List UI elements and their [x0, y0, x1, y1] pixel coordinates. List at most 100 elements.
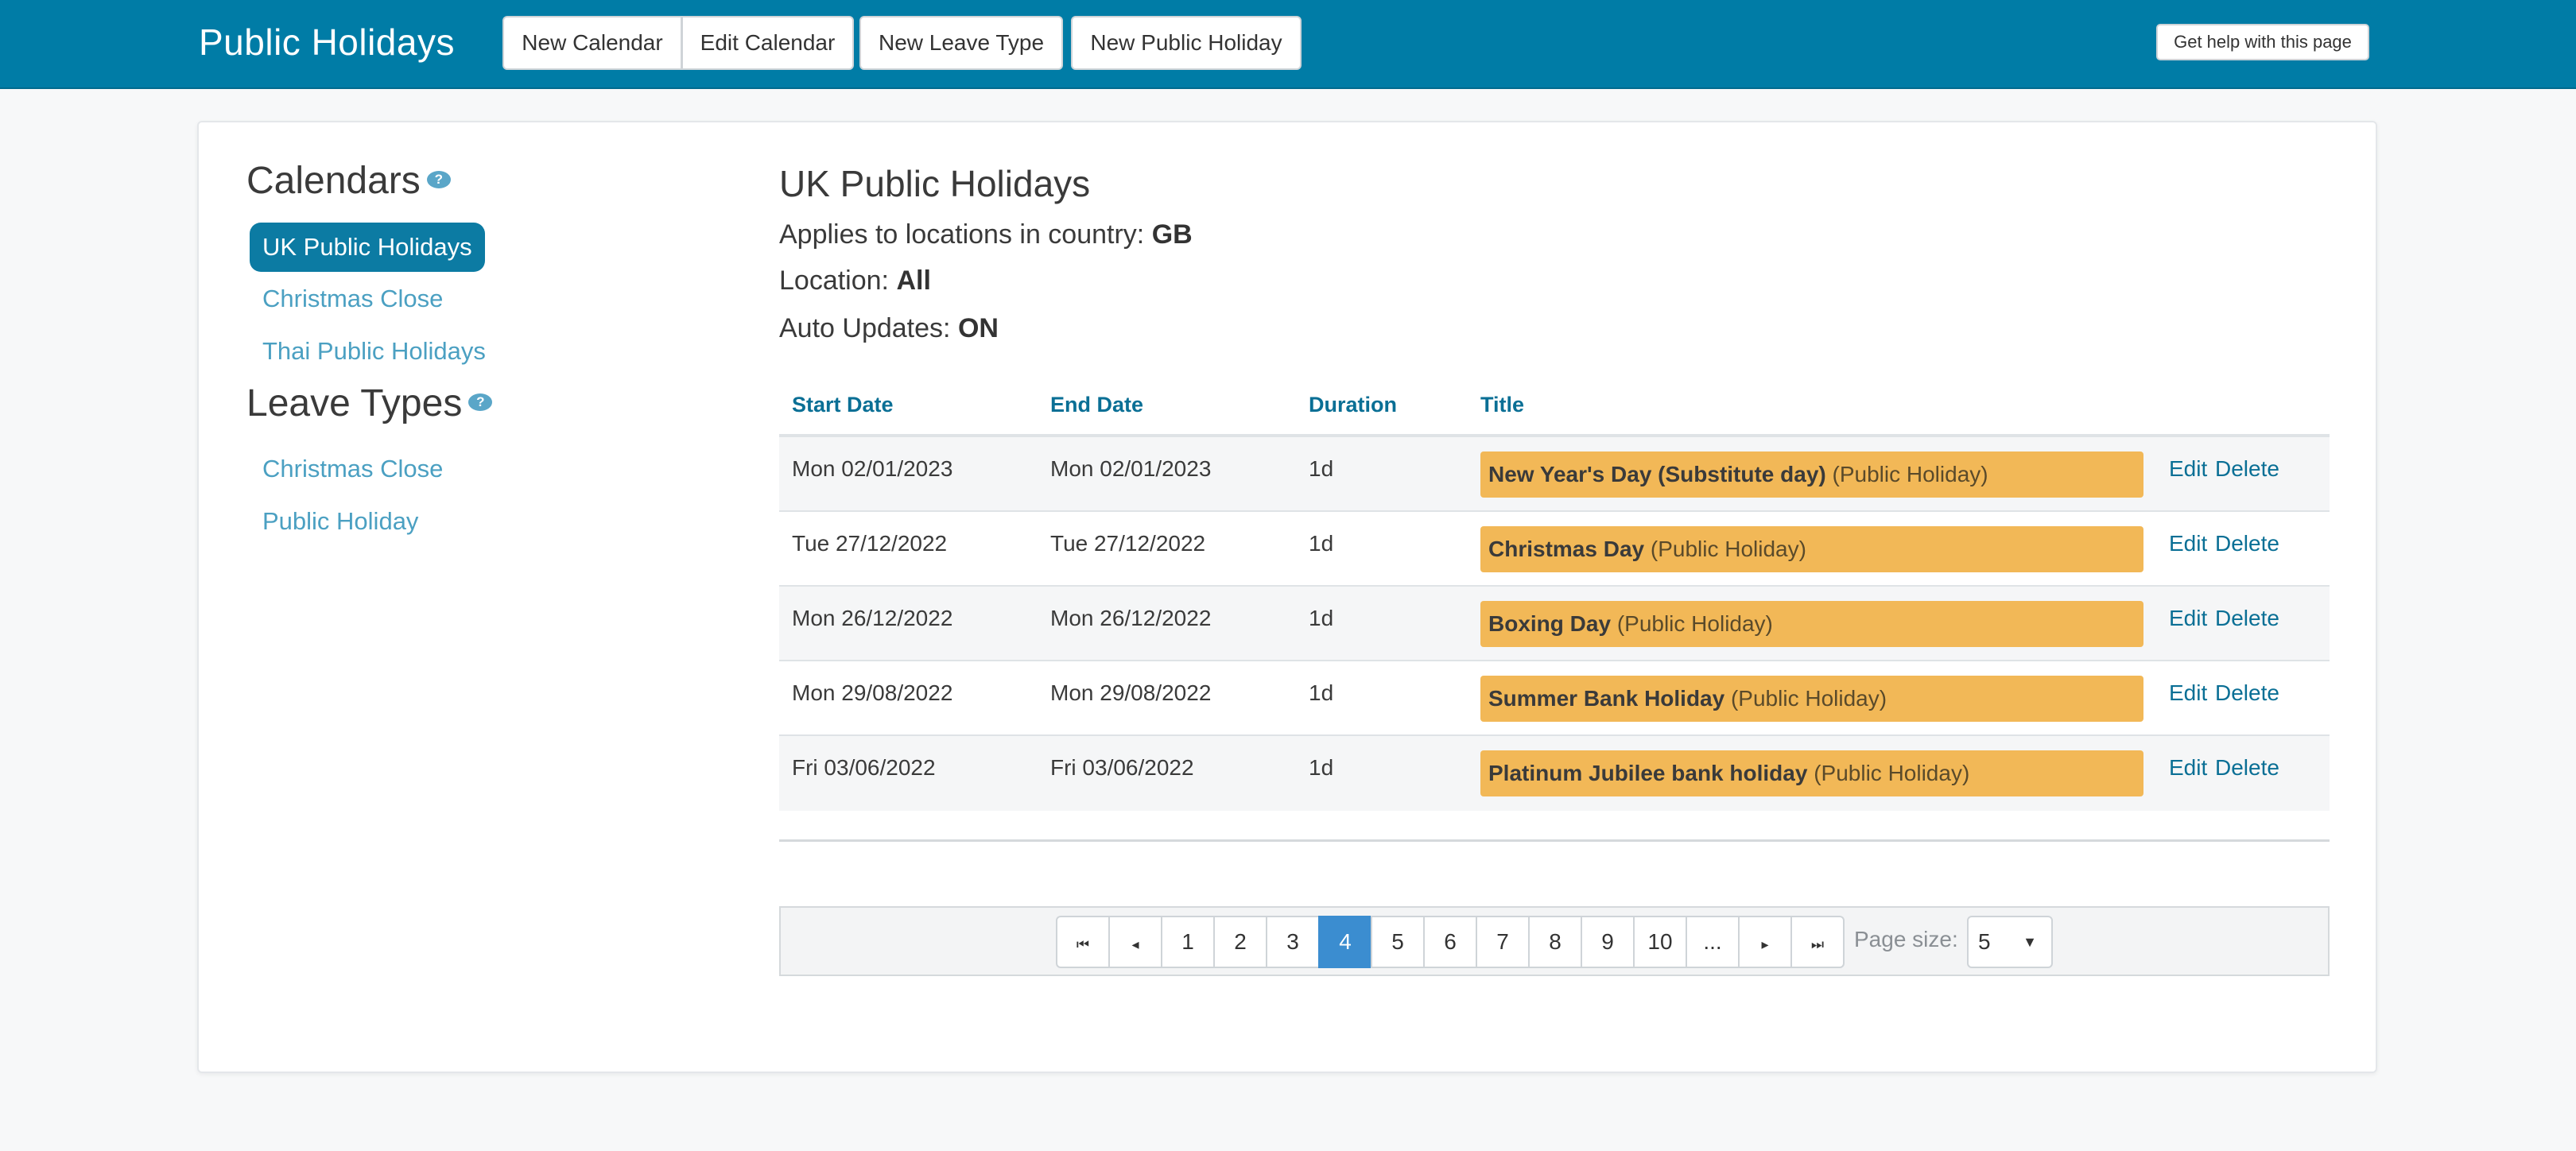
chevron-down-icon: ▼	[2023, 934, 2037, 950]
page-size-value: 5	[1978, 929, 1991, 954]
delete-button[interactable]: Delete	[2215, 680, 2279, 706]
page-button-7[interactable]: 7	[1476, 916, 1530, 968]
column-header-start-date[interactable]: Start Date	[792, 393, 894, 417]
page-button-8[interactable]: 8	[1528, 916, 1582, 968]
page-size-label: Page size:	[1854, 927, 1958, 951]
leave-types-heading-label: Leave Types	[246, 382, 463, 424]
holiday-title-tag: New Year's Day (Substitute day) (Public …	[1480, 451, 2143, 498]
table-row: Tue 27/12/2022 Tue 27/12/2022 1d Christm…	[779, 512, 2330, 587]
holiday-name: New Year's Day (Substitute day)	[1488, 462, 1826, 486]
holiday-type: (Public Holiday)	[1814, 761, 1970, 785]
holiday-type: (Public Holiday)	[1832, 462, 1988, 486]
last-page-icon: ⏭	[1810, 936, 1825, 952]
holiday-type: (Public Holiday)	[1650, 537, 1806, 561]
previous-page-button[interactable]: ◂	[1108, 916, 1162, 968]
new-leave-type-button[interactable]: New Leave Type	[859, 16, 1063, 70]
duration-cell: 1d	[1309, 531, 1334, 556]
new-public-holiday-button[interactable]: New Public Holiday	[1071, 16, 1302, 70]
end-date-cell: Mon 29/08/2022	[1050, 680, 1212, 705]
edit-button[interactable]: Edit	[2169, 755, 2207, 781]
location-label: Location:	[779, 265, 889, 296]
last-page-button[interactable]: ⏭	[1790, 916, 1845, 968]
holiday-name: Boxing Day	[1488, 611, 1612, 636]
location-value: All	[896, 265, 931, 296]
top-navbar: Public Holidays New Calendar Edit Calend…	[0, 0, 2576, 89]
column-header-end-date[interactable]: End Date	[1050, 393, 1143, 417]
column-header-duration[interactable]: Duration	[1309, 393, 1397, 417]
page-button-10[interactable]: 10	[1633, 916, 1687, 968]
country-value: GB	[1151, 219, 1193, 250]
delete-button[interactable]: Delete	[2215, 606, 2279, 631]
holiday-title-tag: Boxing Day (Public Holiday)	[1480, 601, 2143, 647]
holiday-name: Summer Bank Holiday	[1488, 686, 1725, 711]
page-button-1[interactable]: 1	[1161, 916, 1215, 968]
calendars-heading-label: Calendars	[246, 160, 421, 202]
page-size-select[interactable]: 5 ▼	[1967, 916, 2053, 968]
table-row: Mon 26/12/2022 Mon 26/12/2022 1d Boxing …	[779, 587, 2330, 661]
start-date-cell: Mon 26/12/2022	[792, 606, 953, 630]
holiday-title-tag: Platinum Jubilee bank holiday (Public Ho…	[1480, 750, 2143, 796]
calendar-title: UK Public Holidays	[779, 163, 1091, 204]
get-help-button[interactable]: Get help with this page	[2156, 24, 2369, 60]
duration-cell: 1d	[1309, 755, 1334, 780]
table-row: Fri 03/06/2022 Fri 03/06/2022 1d Platinu…	[779, 736, 2330, 811]
app-title: Public Holidays	[199, 21, 455, 63]
new-calendar-button[interactable]: New Calendar	[502, 16, 682, 70]
delete-button[interactable]: Delete	[2215, 531, 2279, 556]
first-page-icon: ⏮	[1076, 936, 1090, 952]
duration-cell: 1d	[1309, 456, 1334, 481]
holiday-type: (Public Holiday)	[1730, 686, 1887, 711]
holiday-title-tag: Summer Bank Holiday (Public Holiday)	[1480, 676, 2143, 722]
next-page-button[interactable]: ▸	[1738, 916, 1792, 968]
page-button-5[interactable]: 5	[1371, 916, 1425, 968]
end-date-cell: Mon 26/12/2022	[1050, 606, 1212, 630]
page-button-3[interactable]: 3	[1266, 916, 1320, 968]
edit-button[interactable]: Edit	[2169, 531, 2207, 556]
sidebar-item-public-holiday[interactable]: Public Holiday	[262, 507, 418, 536]
leave-types-heading: Leave Types?	[246, 382, 493, 425]
auto-updates-info: Auto Updates: ON	[779, 313, 999, 344]
edit-button[interactable]: Edit	[2169, 606, 2207, 631]
page-button-ellipsis[interactable]: ...	[1686, 916, 1740, 968]
start-date-cell: Fri 03/06/2022	[792, 755, 936, 780]
sidebar-item-christmas-close-calendar[interactable]: Christmas Close	[262, 285, 443, 313]
next-page-icon: ▸	[1761, 936, 1769, 952]
edit-calendar-button[interactable]: Edit Calendar	[682, 16, 854, 70]
end-date-cell: Tue 27/12/2022	[1050, 531, 1206, 556]
holiday-name: Christmas Day	[1488, 537, 1645, 561]
start-date-cell: Mon 29/08/2022	[792, 680, 953, 705]
page-button-9[interactable]: 9	[1581, 916, 1635, 968]
end-date-cell: Fri 03/06/2022	[1050, 755, 1194, 780]
country-label: Applies to locations in country:	[779, 219, 1145, 250]
start-date-cell: Tue 27/12/2022	[792, 531, 948, 556]
help-icon[interactable]: ?	[426, 171, 451, 189]
holiday-name: Platinum Jubilee bank holiday	[1488, 761, 1808, 785]
page-button-6[interactable]: 6	[1423, 916, 1477, 968]
delete-button[interactable]: Delete	[2215, 456, 2279, 482]
duration-cell: 1d	[1309, 606, 1334, 630]
page-button-2[interactable]: 2	[1213, 916, 1267, 968]
table-bottom-divider	[779, 839, 2330, 842]
calendars-heading: Calendars?	[246, 159, 451, 203]
sidebar-item-christmas-close-leave[interactable]: Christmas Close	[262, 455, 443, 483]
auto-updates-label: Auto Updates:	[779, 313, 951, 343]
sidebar-item-thai-public-holidays[interactable]: Thai Public Holidays	[262, 337, 486, 366]
page-button-4-current[interactable]: 4	[1318, 916, 1372, 968]
first-page-button[interactable]: ⏮	[1056, 916, 1110, 968]
delete-button[interactable]: Delete	[2215, 755, 2279, 781]
edit-button[interactable]: Edit	[2169, 680, 2207, 706]
previous-page-icon: ◂	[1131, 936, 1139, 952]
duration-cell: 1d	[1309, 680, 1334, 705]
pagination-bar: ⏮ ◂ 1 2 3 4 5 6 7 8 9 10 ... ▸ ⏭ Page si…	[779, 906, 2330, 976]
help-icon[interactable]: ?	[468, 393, 493, 412]
column-header-title[interactable]: Title	[1480, 393, 1524, 417]
holiday-title-tag: Christmas Day (Public Holiday)	[1480, 526, 2143, 572]
edit-button[interactable]: Edit	[2169, 456, 2207, 482]
table-row: Mon 29/08/2022 Mon 29/08/2022 1d Summer …	[779, 661, 2330, 736]
sidebar-item-uk-public-holidays[interactable]: UK Public Holidays	[250, 223, 485, 272]
holiday-type: (Public Holiday)	[1616, 611, 1773, 636]
location-info: Location: All	[779, 265, 931, 296]
table-row: Mon 02/01/2023 Mon 02/01/2023 1d New Yea…	[779, 437, 2330, 512]
country-info: Applies to locations in country: GB	[779, 219, 1193, 250]
end-date-cell: Mon 02/01/2023	[1050, 456, 1212, 481]
